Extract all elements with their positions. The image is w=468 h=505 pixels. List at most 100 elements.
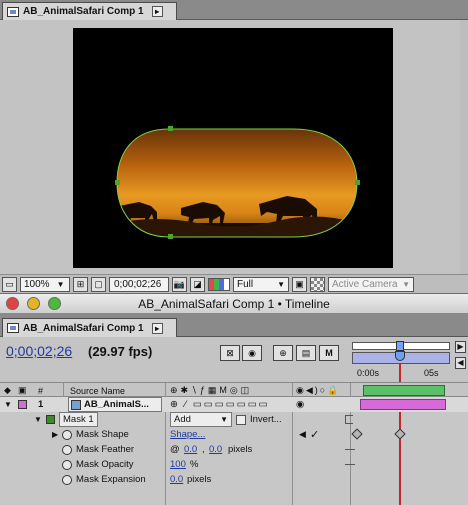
zoom-dropdown[interactable]: 100% ▼ <box>20 276 70 292</box>
table-row[interactable]: ▼ 1 AB_AnimalS... ⊕ ∕ ▭▭▭▭▭▭▭ ◉ <box>0 397 468 412</box>
comp-toolbar: ▭ 100% ▼ ⊞ ▢ 0;00;02;26 📷 ◪ Full ▼ ▣ Act… <box>0 274 468 294</box>
column-source-name[interactable]: Source Name <box>70 384 125 397</box>
opacity-unit: % <box>190 459 199 470</box>
feather-x-value[interactable]: 0.0 <box>184 442 197 457</box>
resolution-dropdown[interactable]: Full ▼ <box>233 276 289 292</box>
stopwatch-icon[interactable] <box>62 429 72 440</box>
table-row[interactable]: ▼ Mask 1 Add ▼ Invert... <box>0 412 468 427</box>
work-area-range[interactable] <box>363 385 445 396</box>
comp-frame[interactable] <box>73 28 393 268</box>
switches-header: ⊕✱∖ƒ▦M◎◫ <box>170 385 253 395</box>
eye-icon[interactable]: ◉ <box>296 397 304 412</box>
mask-vertex[interactable] <box>168 126 173 131</box>
invert-label: Invert... <box>250 414 282 425</box>
table-row[interactable]: Mask Feather @ 0.0 , 0.0 pixels <box>0 442 468 457</box>
current-time[interactable]: 0;00;02;26 <box>6 343 72 359</box>
close-button[interactable] <box>6 297 19 310</box>
mask-vertex[interactable] <box>168 234 173 239</box>
layer-name-cell[interactable]: AB_AnimalS... <box>68 397 162 412</box>
mask-vertex[interactable] <box>355 180 360 185</box>
comp-image <box>115 126 360 239</box>
property-name: Mask Expansion <box>76 474 146 485</box>
safe-zones-button[interactable]: ⊞ <box>73 276 88 292</box>
mask-mode-value: Add <box>174 414 191 425</box>
layer-switches[interactable]: ⊕ ∕ ▭▭▭▭▭▭▭ <box>170 397 270 412</box>
stopwatch-icon[interactable] <box>62 459 72 470</box>
label-color-swatch[interactable] <box>18 400 27 409</box>
comp-flowchart-button[interactable]: ⊠ <box>220 345 240 361</box>
timeline-column-headers: ◆ ▣ # Source Name ⊕✱∖ƒ▦M◎◫ ◉◀)○🔒 <box>0 382 468 398</box>
keyframe-bracket <box>345 415 353 424</box>
mask-name[interactable]: Mask 1 <box>59 412 98 427</box>
expansion-unit: pixels <box>187 474 212 485</box>
mask-shape-value[interactable]: Shape... <box>170 427 205 442</box>
camera-view-dropdown[interactable]: Active Camera ▼ <box>328 276 414 292</box>
mask-vertex[interactable] <box>115 180 120 185</box>
resolution-value: Full <box>237 278 254 290</box>
table-row[interactable]: ▶ Mask Shape Shape... ◀ ✓ <box>0 427 468 442</box>
prev-keyframe-icon[interactable]: ◀ <box>299 427 306 442</box>
playhead-line <box>399 364 401 382</box>
timeline-titlebar[interactable]: AB_AnimalSafari Comp 1 • Timeline <box>0 294 468 314</box>
comp-tab[interactable]: AB_AnimalSafari Comp 1 ▸ <box>2 2 177 20</box>
mask-mode-dropdown[interactable]: Add ▼ <box>170 412 232 427</box>
feather-y-value[interactable]: 0.0 <box>209 442 222 457</box>
invert-checkbox[interactable] <box>236 414 246 425</box>
chevron-down-icon: ▼ <box>277 279 285 289</box>
stopwatch-icon[interactable] <box>62 444 72 455</box>
comp-timecode: 0;00;02;26 <box>114 278 162 290</box>
composition-icon <box>7 323 19 333</box>
zoom-in-icon[interactable]: ◀ <box>455 357 466 369</box>
chevron-down-icon: ▼ <box>220 415 228 424</box>
twirl-down-icon[interactable]: ▼ <box>4 397 12 412</box>
always-preview-button[interactable]: ▭ <box>2 276 17 292</box>
scroll-right-icon[interactable]: ▶ <box>455 341 466 353</box>
stopwatch-icon[interactable] <box>62 474 72 485</box>
ruler-mark-label: 05s <box>424 368 439 378</box>
frame-blending-button[interactable]: ⊕ <box>273 345 293 361</box>
motion-blur-button[interactable]: ▤ <box>296 345 316 361</box>
minimize-button[interactable] <box>27 297 40 310</box>
mask-visibility-button[interactable]: ▢ <box>91 276 106 292</box>
time-navigator-handle[interactable] <box>396 341 404 351</box>
timeline-tab-bar: AB_AnimalSafari Comp 1 ▸ <box>0 314 468 337</box>
composition-icon <box>7 6 19 17</box>
snapshot-camera-icon[interactable]: 📷 <box>172 276 187 292</box>
comp-scrollbar[interactable] <box>460 20 468 274</box>
opacity-value[interactable]: 100 <box>170 457 186 472</box>
av-features-header: ◉◀)○🔒 <box>296 385 341 395</box>
zoom-button[interactable] <box>48 297 61 310</box>
tab-menu-icon[interactable]: ▸ <box>151 322 163 334</box>
tag-icon: ▣ <box>18 385 27 395</box>
frame-rate: (29.97 fps) <box>88 344 153 359</box>
draft-3d-button[interactable]: M <box>319 345 339 361</box>
composition-viewer[interactable] <box>0 20 468 274</box>
layer-duration-bar[interactable] <box>360 399 446 410</box>
table-row[interactable]: Mask Expansion 0.0 pixels <box>0 472 468 487</box>
keyframe-check-icon[interactable]: ✓ <box>310 427 319 442</box>
chevron-down-icon: ▼ <box>56 279 65 289</box>
keyframe-marker[interactable] <box>351 428 363 440</box>
keyframe-marker[interactable] <box>394 428 406 440</box>
current-time-indicator[interactable] <box>395 351 405 361</box>
timeline-tab-label: AB_AnimalSafari Comp 1 <box>23 322 144 334</box>
twirl-right-icon[interactable]: ▶ <box>52 427 60 442</box>
timeline-tab[interactable]: AB_AnimalSafari Comp 1 ▸ <box>2 318 177 337</box>
property-name: Mask Feather <box>76 444 135 455</box>
twirl-down-icon[interactable]: ▼ <box>34 412 42 427</box>
transparency-grid-icon[interactable] <box>310 276 325 292</box>
column-number: # <box>38 385 44 396</box>
link-icon[interactable]: @ <box>170 442 180 457</box>
table-row[interactable]: Mask Opacity 100 % <box>0 457 468 472</box>
comp-timecode-field[interactable]: 0;00;02;26 <box>109 276 169 292</box>
zoom-value: 100% <box>24 278 50 290</box>
mask-color-swatch[interactable] <box>46 415 55 424</box>
expansion-value[interactable]: 0.0 <box>170 472 183 487</box>
region-of-interest-button[interactable]: ▣ <box>292 276 307 292</box>
show-snapshot-button[interactable]: ◪ <box>190 276 205 292</box>
channel-buttons[interactable] <box>208 277 230 291</box>
shy-layers-button[interactable]: ◉ <box>242 345 262 361</box>
keyframe-nav-line <box>345 464 355 465</box>
tab-menu-icon[interactable]: ▸ <box>151 6 163 17</box>
footage-icon <box>71 399 81 410</box>
